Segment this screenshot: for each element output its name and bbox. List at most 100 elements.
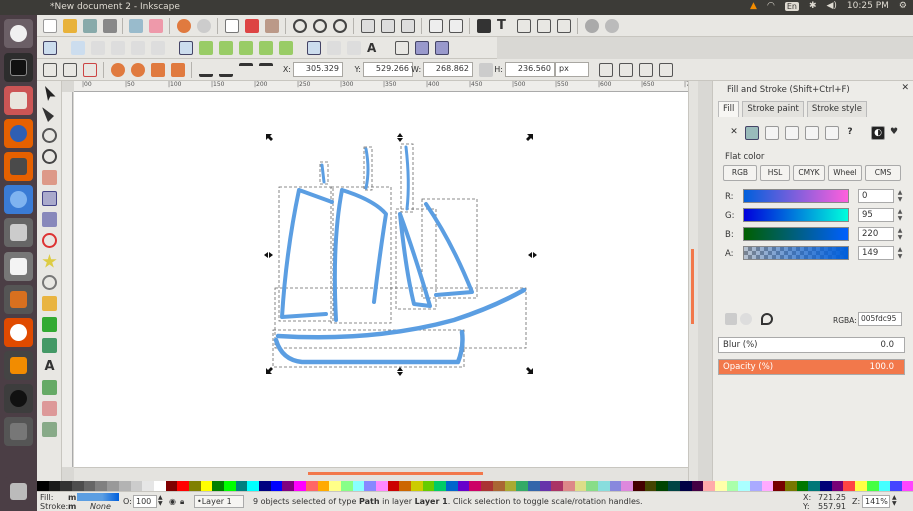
- scale-handle-w[interactable]: [264, 252, 273, 258]
- lock-ratio-icon[interactable]: [479, 63, 493, 77]
- fill-rule-nonzero-button[interactable]: ♥: [887, 126, 901, 140]
- a-spinner[interactable]: ▲ ▼: [896, 246, 904, 260]
- redo-icon[interactable]: [197, 19, 211, 33]
- palette-swatch[interactable]: [399, 481, 411, 491]
- palette-swatch[interactable]: [411, 481, 423, 491]
- tab-fill[interactable]: Fill: [718, 101, 740, 117]
- r-slider[interactable]: [743, 189, 849, 203]
- g-value-input[interactable]: 95: [858, 208, 894, 222]
- palette-swatch[interactable]: [352, 481, 365, 491]
- width-input[interactable]: 268.862: [423, 62, 473, 77]
- snap-path-intersection-icon[interactable]: [219, 41, 233, 55]
- measure-tool-icon[interactable]: [42, 170, 57, 185]
- spiral-tool-icon[interactable]: [42, 275, 57, 290]
- ship-sail-path[interactable]: [332, 188, 388, 322]
- y-input[interactable]: 529.266: [363, 62, 413, 77]
- launcher-workspaces[interactable]: [4, 417, 33, 446]
- palette-swatch[interactable]: [469, 481, 482, 491]
- snap-others-icon[interactable]: [307, 41, 321, 55]
- ship-topmast-path[interactable]: [364, 147, 370, 190]
- palette-swatch[interactable]: [855, 481, 867, 491]
- palette-swatch[interactable]: [457, 481, 470, 491]
- palette-swatch[interactable]: [527, 481, 540, 491]
- snap-path-icon[interactable]: [199, 41, 213, 55]
- palette-swatch[interactable]: [785, 481, 797, 491]
- palette-swatch[interactable]: [188, 481, 201, 491]
- clock[interactable]: 10:25 PM: [847, 1, 889, 11]
- snap-enable-icon[interactable]: [43, 41, 57, 55]
- cut-icon[interactable]: [245, 19, 259, 33]
- palette-swatch[interactable]: [434, 481, 447, 491]
- unit-value[interactable]: px: [555, 62, 589, 77]
- zoom-page-icon[interactable]: [333, 19, 347, 33]
- selector-tool-icon[interactable]: [45, 86, 56, 101]
- launcher-inkscape[interactable]: [4, 384, 33, 413]
- palette-swatch[interactable]: [633, 481, 645, 491]
- rotate-cw-icon[interactable]: [131, 63, 145, 77]
- text-font-icon[interactable]: T: [497, 19, 511, 33]
- palette-swatch[interactable]: [492, 481, 505, 491]
- palette-swatch[interactable]: [37, 481, 49, 491]
- palette-swatch[interactable]: [224, 481, 236, 491]
- palette-swatch[interactable]: [668, 481, 680, 491]
- palette-swatch[interactable]: [282, 481, 295, 491]
- export-icon[interactable]: [149, 19, 163, 33]
- move-patterns-icon[interactable]: [659, 63, 673, 77]
- print-icon[interactable]: [103, 19, 117, 33]
- no-paint-button[interactable]: ✕: [727, 126, 741, 140]
- vertical-scrollbar[interactable]: [688, 81, 698, 481]
- panel-close-icon[interactable]: ✕: [901, 83, 909, 93]
- mode-cms-button[interactable]: CMS: [865, 165, 901, 181]
- palette-swatch[interactable]: [481, 481, 493, 491]
- scale-handle-e[interactable]: [528, 252, 537, 258]
- palette-swatch[interactable]: [422, 481, 435, 491]
- launcher-firefox[interactable]: [4, 119, 33, 148]
- palette-swatch[interactable]: [551, 481, 563, 491]
- palette-swatch[interactable]: [259, 481, 271, 491]
- zoom-drawing-icon[interactable]: [313, 19, 327, 33]
- palette-swatch[interactable]: [761, 481, 774, 491]
- settings-gear-icon[interactable]: ⚙: [899, 1, 907, 11]
- a-slider[interactable]: [743, 246, 849, 260]
- palette-swatch[interactable]: [644, 481, 657, 491]
- palette-swatch[interactable]: [738, 481, 750, 491]
- palette-swatch[interactable]: [598, 481, 610, 491]
- palette-swatch[interactable]: [691, 481, 704, 491]
- palette-swatch[interactable]: [539, 481, 552, 491]
- palette-swatch[interactable]: [831, 481, 844, 491]
- scale-handle-s[interactable]: [397, 367, 403, 376]
- r-spinner[interactable]: ▲ ▼: [896, 189, 904, 203]
- flat-color-button[interactable]: [745, 126, 759, 140]
- scale-handle-se[interactable]: [526, 367, 533, 374]
- ship-foresail-path[interactable]: [424, 202, 474, 297]
- snap-smooth-nodes-icon[interactable]: [259, 41, 273, 55]
- ship-mainsail-path[interactable]: [280, 188, 334, 319]
- palette-swatch[interactable]: [749, 481, 762, 491]
- palette-swatch[interactable]: [200, 481, 213, 491]
- palette-swatch[interactable]: [60, 481, 73, 491]
- scale-handle-n[interactable]: [397, 133, 403, 142]
- box-3d-tool-icon[interactable]: [42, 212, 57, 227]
- swatch-button[interactable]: [825, 126, 839, 140]
- launcher-camera[interactable]: [4, 218, 33, 247]
- palette-swatch[interactable]: [843, 481, 856, 491]
- scale-handle-sw[interactable]: [266, 367, 273, 374]
- g-slider[interactable]: [743, 208, 849, 222]
- align-distribute-icon[interactable]: [537, 19, 551, 33]
- b-value-input[interactable]: 220: [858, 227, 894, 241]
- palette-swatch[interactable]: [95, 481, 108, 491]
- palette-swatch[interactable]: [901, 481, 913, 491]
- unset-paint-button[interactable]: ?: [843, 126, 857, 140]
- palette-swatch[interactable]: [142, 481, 154, 491]
- palette-swatch[interactable]: [212, 481, 224, 491]
- launcher-presentation[interactable]: [4, 285, 33, 314]
- copy-icon[interactable]: [225, 19, 239, 33]
- palette-swatch[interactable]: [878, 481, 891, 491]
- snap-grid-icon[interactable]: [415, 41, 429, 55]
- bluetooth-icon[interactable]: ✱: [809, 1, 817, 11]
- opacity-value[interactable]: 100.0: [870, 362, 894, 372]
- palette-swatch[interactable]: [866, 481, 879, 491]
- palette-swatch[interactable]: [305, 481, 318, 491]
- palette-swatch[interactable]: [890, 481, 902, 491]
- palette-swatch[interactable]: [808, 481, 821, 491]
